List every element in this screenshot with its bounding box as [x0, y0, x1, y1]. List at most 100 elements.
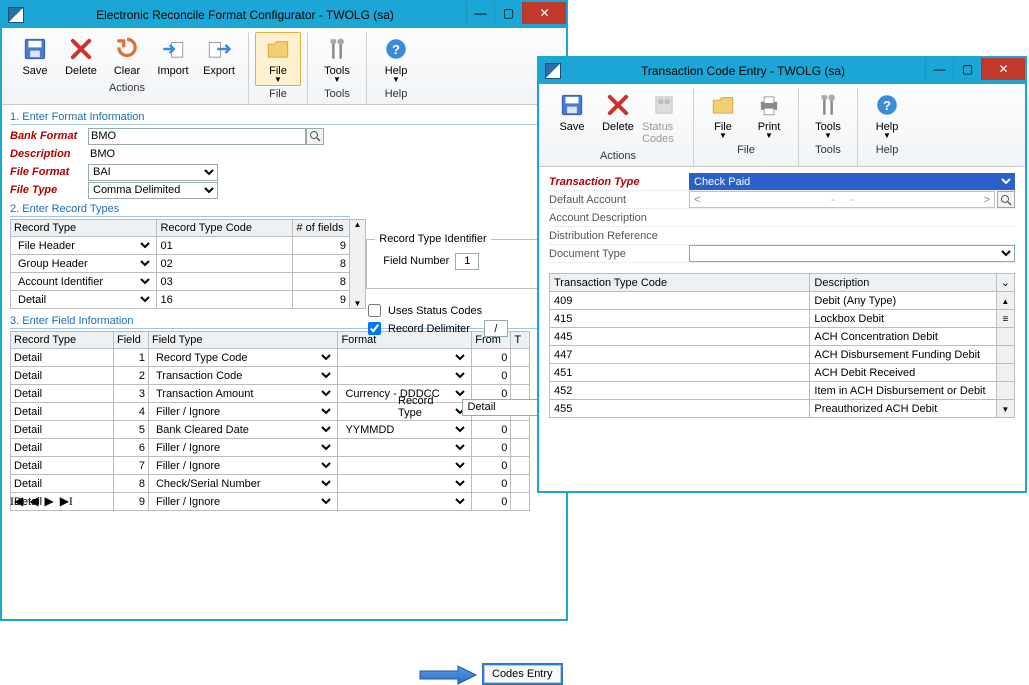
field-info-grid[interactable]: Record Type Field Field Type Format From… — [10, 331, 530, 511]
record-type-cell-select[interactable]: Account Identifier — [14, 274, 153, 289]
scrollbar-cell[interactable] — [996, 346, 1014, 364]
code-cell[interactable]: 01 — [157, 237, 293, 255]
table-row[interactable]: 445ACH Concentration Debit — [550, 328, 1015, 346]
acct-right-icon[interactable]: > — [984, 194, 990, 206]
t-cell[interactable] — [511, 457, 530, 475]
field-type-select[interactable]: Filler / Ignore — [152, 440, 334, 455]
nav-last-icon[interactable]: ▶I — [60, 494, 73, 509]
table-row[interactable]: 447ACH Disbursement Funding Debit — [550, 346, 1015, 364]
desc-cell[interactable]: Item in ACH Disbursement or Debit — [810, 382, 996, 400]
scrollbar-cell[interactable] — [996, 328, 1014, 346]
format-select[interactable] — [341, 368, 468, 383]
format-select[interactable] — [341, 350, 468, 365]
from-cell[interactable]: 0 — [472, 457, 511, 475]
field-type-select[interactable]: Filler / Ignore — [152, 458, 334, 473]
save-button[interactable]: Save — [12, 32, 58, 80]
t-cell[interactable] — [511, 421, 530, 439]
default-account-lookup-button[interactable] — [997, 191, 1015, 208]
desc-cell[interactable]: ACH Disbursement Funding Debit — [810, 346, 996, 364]
scroll-down-icon[interactable]: ▼ — [1001, 405, 1009, 414]
field-cell[interactable]: 2 — [113, 367, 148, 385]
format-select[interactable]: YYMMDD — [341, 422, 468, 437]
table-row[interactable]: 451ACH Debit Received — [550, 364, 1015, 382]
table-row[interactable]: Detail169 — [11, 291, 350, 309]
print-button[interactable]: Print▼ — [746, 88, 792, 142]
field-cell[interactable]: 3 — [113, 385, 148, 403]
table-row[interactable]: Detail6Filler / Ignore0 — [11, 439, 530, 457]
codes-entry-button[interactable]: Codes Entry — [482, 663, 563, 685]
titlebar[interactable]: Electronic Reconcile Format Configurator… — [2, 2, 566, 28]
format-select[interactable] — [341, 458, 468, 473]
table-row[interactable]: Detail5Bank Cleared DateYYMMDD0 — [11, 421, 530, 439]
code-cell[interactable]: 02 — [157, 255, 293, 273]
tools-button[interactable]: Tools▼ — [805, 88, 851, 142]
fields-cell[interactable]: 9 — [293, 237, 350, 255]
table-row[interactable]: Detail9Filler / Ignore0 — [11, 493, 530, 511]
scroll-up-icon[interactable]: ▲ — [1001, 297, 1009, 306]
code-cell[interactable]: 445 — [550, 328, 810, 346]
desc-cell[interactable]: ACH Concentration Debit — [810, 328, 996, 346]
table-row[interactable]: 409Debit (Any Type)▲ — [550, 292, 1015, 310]
field-cell[interactable]: 9 — [113, 493, 148, 511]
scrollbar-cell[interactable] — [996, 364, 1014, 382]
table-row[interactable]: Detail1Record Type Code0 — [11, 349, 530, 367]
field-cell[interactable]: 8 — [113, 475, 148, 493]
uses-status-codes-checkbox[interactable] — [368, 304, 381, 317]
scroll-down-icon[interactable]: ▼ — [354, 299, 362, 308]
scrollbar-cell[interactable]: ▼ — [996, 400, 1014, 418]
rt-cell[interactable]: Detail — [11, 385, 114, 403]
t-cell[interactable] — [511, 439, 530, 457]
scrollbar-cell[interactable] — [996, 382, 1014, 400]
from-cell[interactable]: 0 — [472, 367, 511, 385]
field-type-select[interactable]: Bank Cleared Date — [152, 422, 334, 437]
close-button[interactable]: ✕ — [522, 2, 566, 24]
maximize-button[interactable]: ▢ — [953, 58, 981, 80]
t-cell[interactable] — [511, 493, 530, 511]
scrollbar-cell[interactable]: ≡ — [996, 310, 1014, 328]
table-row[interactable]: Account Identifier038 — [11, 273, 350, 291]
rt-cell[interactable]: Detail — [11, 439, 114, 457]
table-row[interactable]: 455Preauthorized ACH Debit▼ — [550, 400, 1015, 418]
table-row[interactable]: 415Lockbox Debit≡ — [550, 310, 1015, 328]
desc-cell[interactable]: ACH Debit Received — [810, 364, 996, 382]
field-cell[interactable]: 6 — [113, 439, 148, 457]
minimize-button[interactable]: — — [925, 58, 953, 80]
table-row[interactable]: 452Item in ACH Disbursement or Debit — [550, 382, 1015, 400]
field-type-select[interactable]: Check/Serial Number — [152, 476, 334, 491]
rt-cell[interactable]: Detail — [11, 367, 114, 385]
code-cell[interactable]: 455 — [550, 400, 810, 418]
from-cell[interactable]: 0 — [472, 493, 511, 511]
format-select[interactable] — [341, 494, 468, 509]
scroll-thumb[interactable]: ≡ — [1002, 314, 1008, 325]
file-format-select[interactable]: BAI — [88, 164, 218, 181]
table-row[interactable]: Group Header028 — [11, 255, 350, 273]
table-row[interactable]: Detail2 Transaction Code 0 — [11, 367, 530, 385]
status-button[interactable]: Status Codes — [641, 88, 687, 148]
minimize-button[interactable]: — — [466, 2, 494, 24]
from-cell[interactable]: 0 — [472, 421, 511, 439]
field-type-select[interactable]: Record Type Code — [152, 350, 334, 365]
bank-format-lookup-button[interactable] — [306, 128, 324, 145]
delete-button[interactable]: Delete — [595, 88, 641, 148]
code-cell[interactable]: 16 — [157, 291, 293, 309]
scroll-up-icon[interactable]: ▲ — [354, 220, 362, 229]
field-cell[interactable]: 1 — [113, 349, 148, 367]
file-type-select[interactable]: Comma Delimited — [88, 182, 218, 199]
table-row[interactable]: Detail7Filler / Ignore0 — [11, 457, 530, 475]
code-cell[interactable]: 447 — [550, 346, 810, 364]
record-nav[interactable]: I◀ ◀ ▶ ▶I — [10, 494, 73, 509]
help-button[interactable]: ?Help▼ — [864, 88, 910, 142]
field-type-select[interactable]: Transaction Code — [152, 368, 334, 383]
delete-button[interactable]: Delete — [58, 32, 104, 80]
code-cell[interactable]: 409 — [550, 292, 810, 310]
code-cell[interactable]: 452 — [550, 382, 810, 400]
file-button[interactable]: File▼ — [700, 88, 746, 142]
close-button[interactable]: ✕ — [981, 58, 1025, 80]
format-select[interactable] — [341, 476, 468, 491]
record-type-cell-select[interactable]: Group Header — [14, 256, 153, 271]
rt-cell[interactable]: Detail — [11, 403, 114, 421]
from-cell[interactable]: 0 — [472, 349, 511, 367]
bank-format-input[interactable] — [88, 128, 306, 145]
t-cell[interactable] — [511, 349, 530, 367]
record-delimiter-input[interactable] — [484, 320, 508, 337]
